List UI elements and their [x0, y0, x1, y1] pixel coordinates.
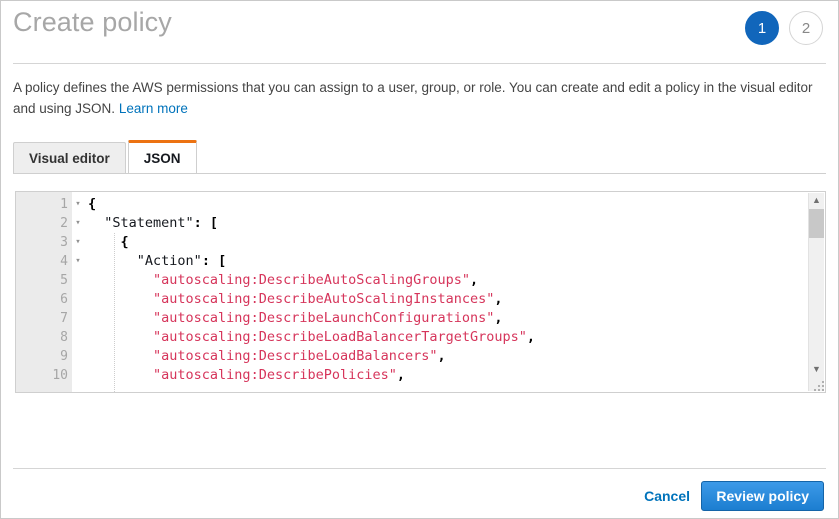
step-1-indicator[interactable]: 1	[745, 11, 779, 45]
tab-json-label: JSON	[143, 151, 181, 166]
line-number: 6	[60, 292, 68, 307]
code-token-key: "Action"	[136, 253, 202, 269]
code-token-punc: ,	[494, 291, 503, 307]
step-2-number: 2	[801, 19, 811, 37]
tab-visual-editor-label: Visual editor	[29, 151, 110, 166]
editor-tabs: Visual editor JSON	[13, 140, 197, 174]
code-token-punc: ,	[470, 272, 479, 288]
code-token-punc: ,	[494, 310, 503, 326]
indent-guide	[114, 233, 115, 392]
line-number: 9	[60, 349, 68, 364]
scroll-down-icon[interactable]: ▼	[809, 362, 824, 377]
line-number: 7	[60, 311, 68, 326]
gutter-line-5: 5	[16, 271, 72, 290]
scroll-up-icon[interactable]: ▲	[809, 193, 824, 208]
review-policy-button-label: Review policy	[716, 488, 809, 504]
code-line-6: "autoscaling:DescribeAutoScalingInstance…	[88, 290, 825, 309]
tabs-underline	[13, 173, 826, 174]
editor-code-area[interactable]: { "Statement": [ { "Action": [ "autoscal…	[72, 192, 825, 392]
gutter-line-3: 3 ▾	[16, 233, 81, 252]
code-line-7: "autoscaling:DescribeLaunchConfiguration…	[88, 309, 825, 328]
line-number: 2	[60, 216, 68, 231]
gutter-line-10: 10	[16, 366, 72, 385]
code-token-punc: ,	[526, 329, 536, 345]
line-number: 5	[60, 273, 68, 288]
tab-json[interactable]: JSON	[127, 140, 197, 174]
gutter-line-2: 2 ▾	[16, 214, 81, 233]
code-line-1: {	[88, 195, 825, 214]
header-divider	[13, 63, 826, 64]
editor-vertical-scrollbar[interactable]: ▲ ▼	[808, 193, 824, 391]
code-token-str: "autoscaling:DescribePolicies"	[153, 367, 397, 383]
code-token-punc: {	[88, 196, 97, 212]
learn-more-link[interactable]: Learn more	[119, 101, 188, 116]
code-token-str: "autoscaling:DescribeAutoScalingInstance…	[153, 291, 495, 307]
editor-resize-grip[interactable]	[811, 378, 824, 391]
step-2-indicator[interactable]: 2	[789, 11, 823, 45]
review-policy-button[interactable]: Review policy	[701, 481, 824, 511]
gutter-line-4: 4 ▾	[16, 252, 81, 271]
code-token-punc: ,	[437, 348, 446, 364]
code-line-5: "autoscaling:DescribeAutoScalingGroups",	[88, 271, 825, 290]
code-line-10: "autoscaling:DescribePolicies",	[88, 366, 825, 385]
code-token-key: "Statement"	[104, 215, 194, 231]
editor-gutter: 1 ▾ 2 ▾ 3 ▾ 4 ▾ 5 6 7 8 9 10	[16, 192, 81, 392]
code-token-str: "autoscaling:DescribeAutoScalingGroups"	[153, 272, 471, 288]
line-number: 4	[60, 254, 68, 269]
line-number: 8	[60, 330, 68, 345]
code-line-2: "Statement": [	[88, 214, 825, 233]
step-1-number: 1	[757, 19, 767, 37]
gutter-line-7: 7	[16, 309, 72, 328]
policy-description: A policy defines the AWS permissions tha…	[13, 77, 825, 119]
step-indicator: 1 2	[745, 11, 823, 45]
tab-visual-editor[interactable]: Visual editor	[13, 142, 126, 174]
gutter-line-8: 8	[16, 328, 72, 347]
page-header: Create policy 1 2	[1, 1, 838, 63]
code-token-punc: : [	[193, 215, 219, 231]
code-line-8: "autoscaling:DescribeLoadBalancerTargetG…	[88, 328, 825, 347]
page-title: Create policy	[13, 7, 172, 37]
line-number: 1	[60, 197, 68, 212]
editor-tabs-row: Visual editor JSON Import managed policy	[1, 140, 838, 301]
code-token-punc: ,	[396, 367, 406, 383]
code-token-str: "autoscaling:DescribeLaunchConfiguration…	[153, 310, 495, 326]
line-number: 3	[60, 235, 68, 250]
gutter-line-1: 1 ▾	[16, 195, 81, 214]
cancel-button[interactable]: Cancel	[644, 488, 690, 504]
code-line-4: "Action": [	[88, 252, 825, 271]
gutter-line-6: 6	[16, 290, 72, 309]
line-number: 10	[52, 368, 68, 383]
code-line-3: {	[88, 233, 825, 252]
code-token-str: "autoscaling:DescribeLoadBalancers"	[153, 348, 438, 364]
code-line-9: "autoscaling:DescribeLoadBalancers",	[88, 347, 825, 366]
footer-divider	[13, 468, 826, 469]
code-token-str: "autoscaling:DescribeLoadBalancerTargetG…	[153, 329, 527, 345]
scrollbar-thumb[interactable]	[809, 209, 824, 238]
code-token-punc: : [	[201, 253, 227, 269]
json-editor[interactable]: 1 ▾ 2 ▾ 3 ▾ 4 ▾ 5 6 7 8 9 10 { "Statement": [ { "Acti…	[15, 191, 826, 393]
json-editor-inner: 1 ▾ 2 ▾ 3 ▾ 4 ▾ 5 6 7 8 9 10 { "Statement": [ { "Acti…	[16, 192, 825, 392]
gutter-line-9: 9	[16, 347, 72, 366]
create-policy-page: Create policy 1 2 A policy defines the A…	[0, 0, 839, 519]
code-token-punc: {	[120, 234, 129, 250]
editor-code-lines: { "Statement": [ { "Action": [ "autoscal…	[88, 195, 825, 385]
